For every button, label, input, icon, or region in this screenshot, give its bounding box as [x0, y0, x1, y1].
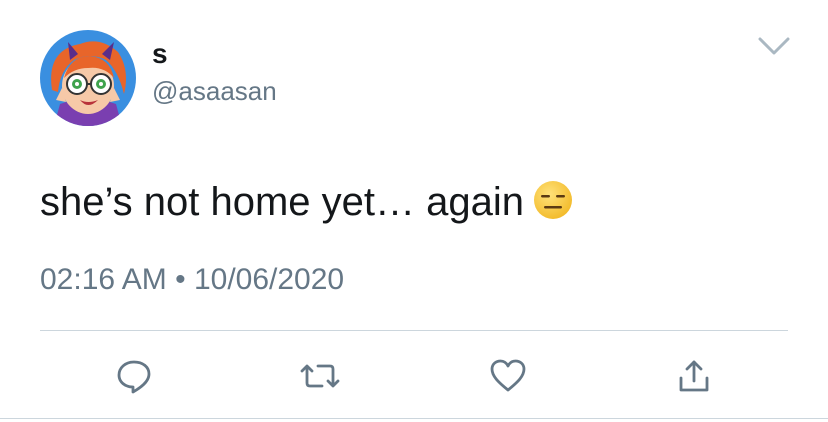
expressionless-face-icon — [534, 181, 573, 219]
share-button[interactable] — [674, 356, 714, 396]
reply-icon — [117, 360, 151, 394]
avatar[interactable] — [40, 30, 136, 126]
chevron-down-icon[interactable] — [756, 34, 792, 58]
tweet-time: 02:16 AM — [40, 263, 167, 296]
tweet-timestamp[interactable]: 02:16 AM • 10/06/2020 — [40, 260, 344, 300]
timestamp-separator: • — [175, 263, 186, 296]
chevron-down-icon-graphic — [758, 37, 790, 55]
like-button[interactable] — [488, 356, 528, 396]
reply-button[interactable] — [114, 356, 154, 396]
user-handle[interactable]: @asaasan — [152, 76, 277, 106]
retweet-icon — [300, 364, 340, 388]
bottom-divider — [0, 418, 828, 419]
heart-icon — [490, 359, 526, 392]
retweet-button[interactable] — [300, 356, 340, 396]
divider — [40, 330, 788, 331]
expressionless-face-emoji — [532, 179, 574, 234]
display-name[interactable]: s — [152, 38, 168, 70]
tweet-body: she’s not home yet… again — [40, 176, 574, 234]
tweet-date: 10/06/2020 — [193, 263, 345, 296]
share-icon — [679, 360, 709, 392]
tweet-text: she’s not home yet… again — [40, 180, 525, 224]
avatar-illustration — [40, 30, 136, 126]
